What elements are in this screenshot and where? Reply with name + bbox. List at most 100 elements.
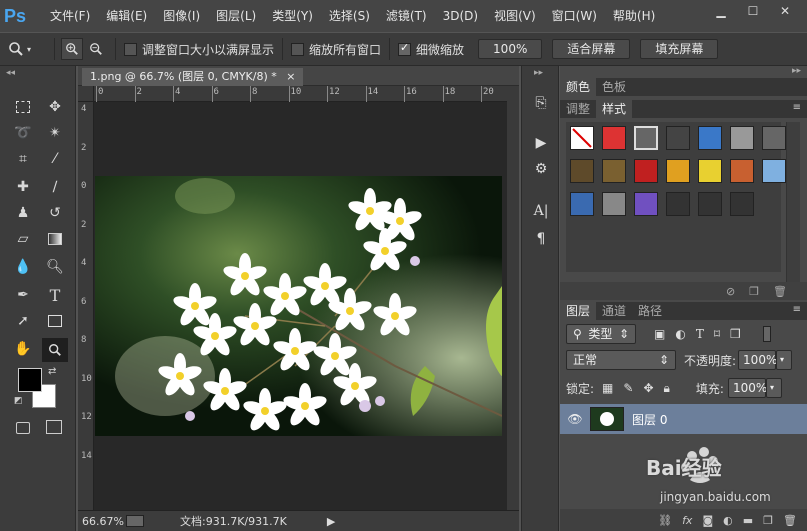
scrubby-zoom-option[interactable]: ✓ 细微缩放 — [398, 41, 464, 58]
style-swatch[interactable] — [698, 126, 722, 150]
foreground-color-swatch[interactable] — [18, 368, 42, 392]
style-swatch[interactable] — [602, 192, 626, 216]
style-swatch[interactable] — [698, 159, 722, 183]
tab-color[interactable]: 颜色 — [560, 78, 597, 96]
dodge-tool-icon[interactable]: 🔍︎ — [44, 256, 66, 278]
canvas-image[interactable] — [95, 176, 502, 436]
style-swatch[interactable] — [666, 126, 690, 150]
lock-all-icon[interactable]: 🔒︎ — [664, 381, 670, 396]
document-tab[interactable]: 1.png @ 66.7% (图层 0, CMYK/8) * × — [82, 68, 304, 86]
history-icon[interactable]: ⎘ — [530, 92, 552, 114]
horizontal-ruler[interactable]: 0 2 4 6 8 10 12 14 16 18 20 — [94, 86, 507, 102]
pen-tool-icon[interactable]: ✒ — [12, 284, 34, 306]
tab-swatches[interactable]: 色板 — [596, 78, 632, 96]
zoom-out-icon[interactable] — [85, 38, 107, 60]
eyedropper-icon[interactable]: ⁄ — [44, 148, 66, 170]
minimize-button[interactable]: ▁ — [707, 2, 735, 20]
style-swatch[interactable] — [602, 126, 626, 150]
tab-channels[interactable]: 通道 — [596, 302, 632, 320]
lock-transparent-icon[interactable]: ▦ — [602, 381, 613, 395]
menu-item-4[interactable]: 类型(Y) — [264, 0, 321, 32]
screen-mode-icon[interactable] — [46, 420, 62, 434]
status-menu-arrow-icon[interactable]: ▶ — [327, 515, 335, 528]
filter-shape-icon[interactable]: ⌑ — [714, 327, 720, 341]
gradient-tool-icon[interactable] — [44, 228, 66, 250]
healing-brush-icon[interactable]: ✚ — [12, 176, 34, 198]
zoom-tool-preset-icon[interactable]: ▾ — [8, 41, 48, 57]
lasso-tool-icon[interactable]: ➰ — [12, 122, 34, 144]
style-swatch[interactable] — [666, 159, 690, 183]
menu-item-6[interactable]: 滤镜(T) — [378, 0, 435, 32]
layer-thumbnail[interactable] — [590, 407, 624, 431]
marquee-tool-icon[interactable] — [12, 96, 34, 118]
filter-adjust-icon[interactable]: ◐ — [675, 327, 685, 341]
ruler-origin[interactable] — [78, 86, 94, 102]
fill-screen-button[interactable]: 填充屏幕 — [640, 39, 719, 59]
styles-panel-menu-icon[interactable]: ≡ — [793, 102, 801, 113]
default-colors-icon[interactable]: ◩ — [14, 396, 23, 406]
style-swatch[interactable] — [698, 192, 722, 216]
style-swatch[interactable] — [602, 159, 626, 183]
brush-tool-icon[interactable]: ∕ — [44, 176, 66, 198]
lock-position-icon[interactable]: ✥ — [643, 381, 653, 395]
zoom-in-icon[interactable] — [61, 38, 83, 60]
shape-tool-icon[interactable] — [44, 310, 66, 332]
resize-windows-option[interactable]: 调整窗口大小以满屏显示 — [124, 41, 274, 58]
blur-tool-icon[interactable]: 💧 — [12, 256, 34, 278]
opacity-dropdown-icon[interactable]: ▾ — [776, 350, 793, 370]
hand-tool-icon[interactable]: ✋ — [12, 338, 34, 360]
dock-collapse-icon[interactable]: ▸▸ — [534, 68, 543, 78]
menu-item-5[interactable]: 选择(S) — [321, 0, 378, 32]
layer-row[interactable]: 👁︎ 图层 0 — [560, 404, 807, 434]
canvas-area[interactable] — [95, 103, 507, 510]
menu-item-0[interactable]: 文件(F) — [42, 0, 98, 32]
styles-scrollbar[interactable] — [786, 122, 800, 282]
zoom-100-button[interactable]: 100% — [478, 39, 543, 59]
magic-wand-icon[interactable]: ✴ — [44, 122, 66, 144]
fill-input[interactable]: 100% — [727, 378, 767, 398]
properties-icon[interactable]: ⚙ — [530, 158, 552, 180]
style-swatch[interactable] — [762, 126, 786, 150]
style-swatch[interactable] — [570, 126, 594, 150]
style-swatch[interactable] — [570, 159, 594, 183]
style-swatch[interactable] — [634, 159, 658, 183]
type-tool-icon[interactable]: T — [44, 284, 66, 306]
vertical-scrollbar[interactable] — [507, 86, 519, 510]
layer-name[interactable]: 图层 0 — [632, 411, 667, 428]
tab-paths[interactable]: 路径 — [632, 302, 668, 320]
opacity-input[interactable]: 100% — [738, 350, 777, 370]
resize-windows-checkbox[interactable] — [124, 42, 137, 56]
filter-toggle[interactable] — [762, 326, 771, 342]
clone-stamp-icon[interactable]: ♟ — [12, 202, 34, 224]
style-swatch[interactable] — [570, 192, 594, 216]
menu-item-1[interactable]: 编辑(E) — [98, 0, 155, 32]
visibility-eye-icon[interactable]: 👁︎ — [560, 412, 590, 426]
actions-play-icon[interactable]: ▶ — [530, 132, 552, 154]
status-icon[interactable] — [126, 515, 144, 527]
filter-type-icon[interactable]: T — [696, 327, 704, 341]
fill-dropdown-icon[interactable]: ▾ — [765, 378, 782, 398]
style-swatch[interactable] — [666, 192, 690, 216]
scrubby-zoom-checkbox[interactable]: ✓ — [398, 41, 412, 56]
tab-styles[interactable]: 样式 — [596, 100, 633, 118]
paragraph-icon[interactable]: ¶ — [530, 228, 552, 250]
menu-item-10[interactable]: 帮助(H) — [605, 0, 663, 32]
crop-tool-icon[interactable]: ⌗ — [12, 148, 34, 170]
clear-style-icon[interactable]: ⊘ — [726, 285, 735, 298]
layer-filter-kind[interactable]: ⚲ 类型 ⇕ — [566, 324, 636, 344]
tab-adjustments[interactable]: 调整 — [560, 100, 596, 118]
tab-close-icon[interactable]: × — [286, 70, 295, 83]
close-button[interactable]: ✕ — [771, 2, 799, 20]
zoom-all-windows-option[interactable]: 缩放所有窗口 — [291, 41, 381, 58]
tab-layers[interactable]: 图层 — [560, 302, 597, 320]
history-brush-icon[interactable]: ↺ — [44, 202, 66, 224]
style-swatch[interactable] — [730, 126, 754, 150]
menu-item-8[interactable]: 视图(V) — [486, 0, 544, 32]
lock-pixels-icon[interactable]: ✎ — [623, 381, 633, 395]
path-selection-icon[interactable]: ➚ — [12, 310, 34, 332]
move-tool-icon[interactable]: ✥ — [44, 96, 66, 118]
panel-collapse-icon[interactable]: ▸▸ — [792, 66, 801, 76]
zoom-all-windows-checkbox[interactable] — [291, 42, 305, 56]
delete-style-icon[interactable]: 🗑︎ — [773, 285, 787, 298]
style-swatch[interactable] — [730, 192, 754, 216]
